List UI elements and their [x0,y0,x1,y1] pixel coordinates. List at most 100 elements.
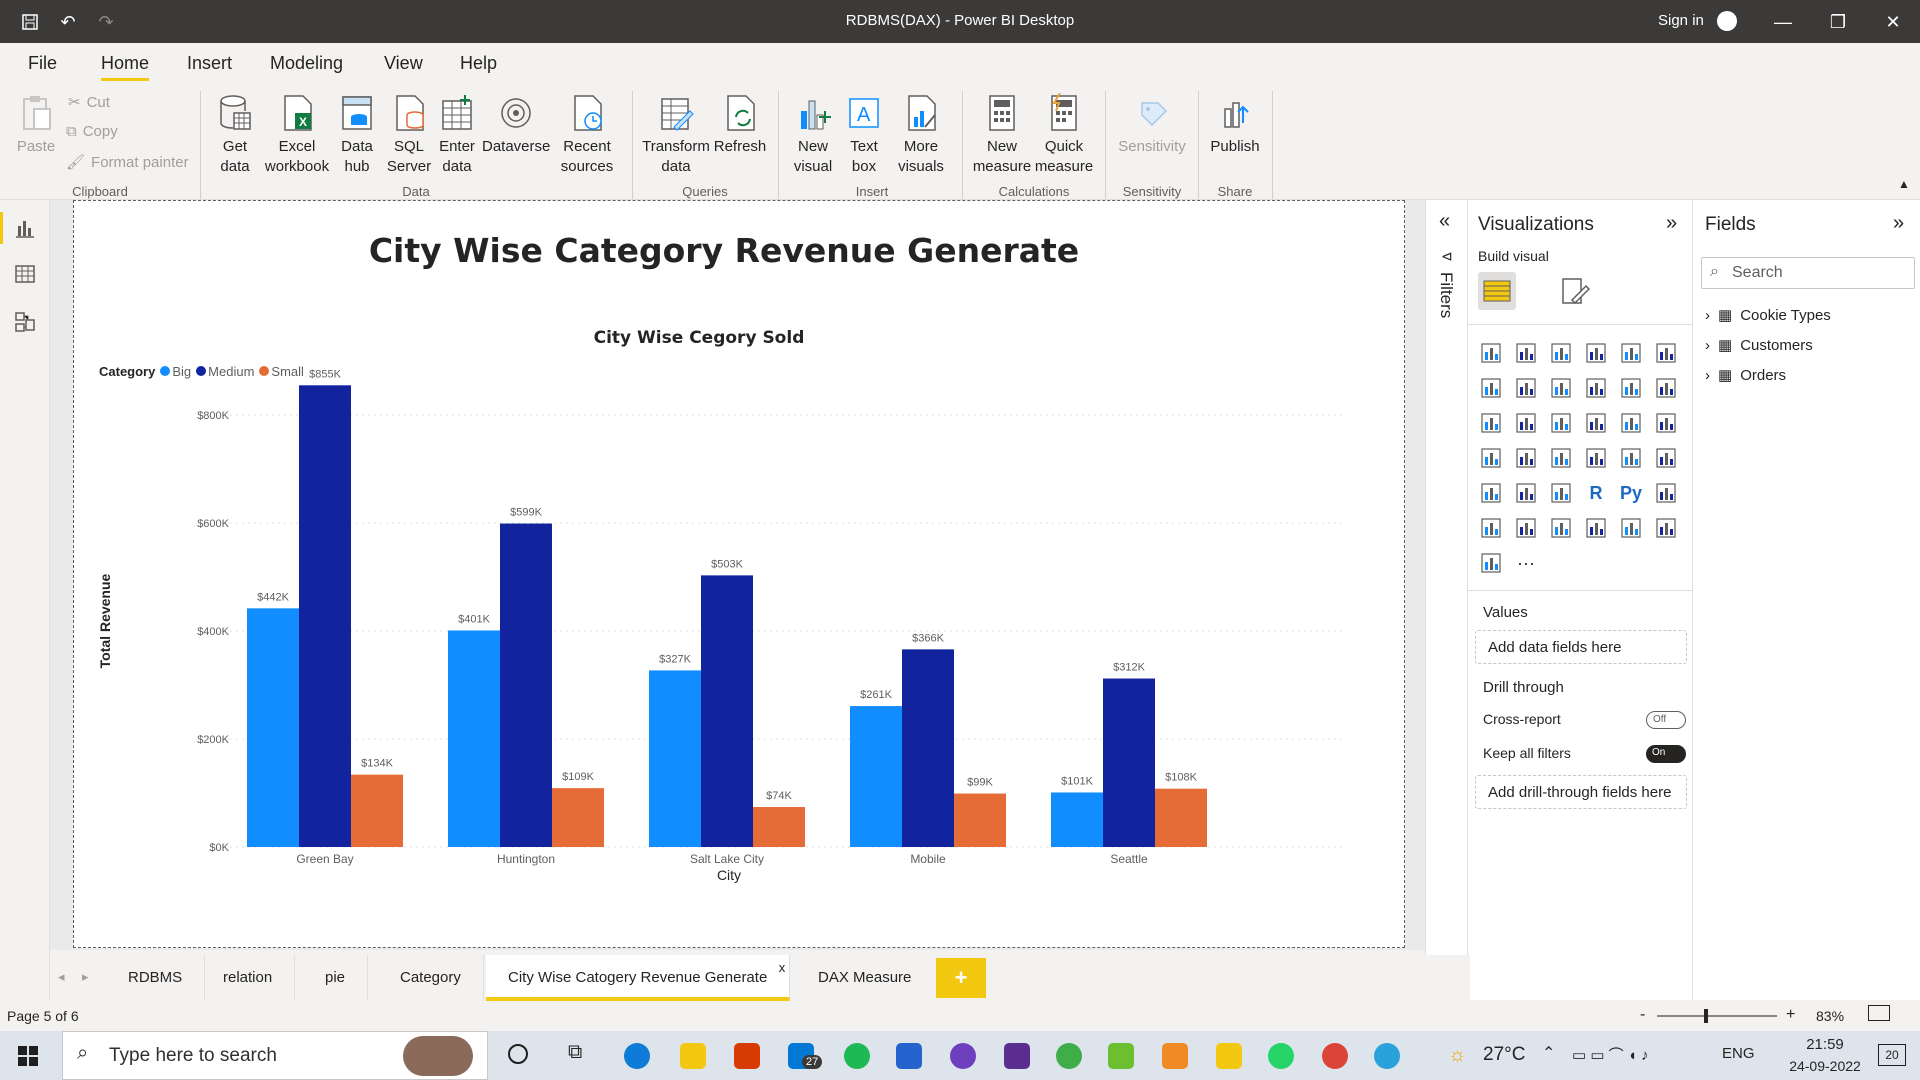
map-icon[interactable] [1478,445,1504,471]
filters-pane[interactable]: « ⊲ Filters [1425,200,1468,1000]
tab-dax-measure[interactable]: DAX Measure [796,955,933,1001]
chevron-up-icon[interactable]: ⌃ [1542,1043,1555,1063]
funnel-icon[interactable] [1513,410,1539,436]
line-icon[interactable] [1478,375,1504,401]
taskbar-search-input[interactable]: Type here to search [109,1045,277,1067]
tab-relation[interactable]: relation [201,955,296,1001]
clock-date[interactable]: 24-09-2022 [1770,1058,1880,1074]
windows-start-icon[interactable] [18,1046,38,1066]
restore-icon[interactable]: ❐ [1823,8,1853,36]
menu-view[interactable]: View [384,53,423,74]
weather-icon[interactable]: ☼ [1448,1044,1466,1067]
language-indicator[interactable]: ENG [1722,1045,1755,1062]
more-visuals-button[interactable]: More visuals [888,93,954,177]
bar-small[interactable] [351,774,403,847]
zoom-in-icon[interactable]: + [1786,1006,1795,1024]
gauge-icon[interactable] [1548,445,1574,471]
dataverse-button[interactable]: Dataverse [482,93,550,157]
stacked-column-icon[interactable] [1513,340,1539,366]
bar-big[interactable] [1051,792,1103,847]
fit-page-icon[interactable] [1868,1005,1890,1021]
clustered-bar-icon[interactable] [1548,340,1574,366]
sql-server-button[interactable]: SQL Server [384,93,434,177]
bar-chart[interactable]: $0K $200K $400K $600K $800K $442K $855K $134K Gr… [74,201,1404,947]
taskbar-search[interactable]: ⌕ Type here to search [62,1031,488,1080]
app-icon[interactable] [1108,1043,1134,1069]
tab-pie[interactable]: pie [303,955,369,1001]
menu-file[interactable]: File [28,53,57,74]
build-visual-tab[interactable] [1478,272,1516,310]
clock-time[interactable]: 21:59 [1790,1036,1860,1053]
line-column-icon[interactable] [1583,375,1609,401]
cross-report-toggle[interactable]: Off [1646,711,1686,729]
values-well[interactable]: Add data fields here [1475,630,1687,664]
report-view-icon[interactable] [13,216,37,240]
model-view-icon[interactable] [13,310,37,334]
app-icon[interactable] [1004,1043,1030,1069]
table-view-icon[interactable] [13,262,37,286]
table-icon[interactable] [1513,480,1539,506]
file-explorer-icon[interactable] [680,1043,706,1069]
power-apps-icon[interactable] [1618,515,1644,541]
100pct-bar-icon[interactable] [1618,340,1644,366]
expand-viz-icon[interactable]: » [1666,212,1677,235]
treemap-icon[interactable] [1653,410,1679,436]
get-more-icon[interactable] [1478,550,1504,576]
card-icon[interactable] [1583,445,1609,471]
pie-icon[interactable] [1583,410,1609,436]
refresh-button[interactable]: Refresh [712,93,768,157]
slicer-icon[interactable] [1478,480,1504,506]
excel-workbook-button[interactable]: X Excel workbook [262,93,332,177]
system-tray-icons[interactable]: ▭ ▭ ⌒ ◖ ♪ [1572,1044,1649,1065]
minimize-icon[interactable]: — [1768,8,1798,36]
stacked-area-icon[interactable] [1548,375,1574,401]
menu-home[interactable]: Home [101,53,150,81]
enter-data-button[interactable]: Enter data [434,93,480,177]
whatsapp-icon[interactable] [1268,1043,1294,1069]
more-icon[interactable]: ··· [1513,550,1539,576]
avatar[interactable] [1717,11,1737,31]
power-automate-icon[interactable] [1653,515,1679,541]
tab-category[interactable]: Category [378,955,484,1001]
tab-city-wise[interactable]: City Wise Catogery Revenue Generate x [486,955,791,1001]
cut-button[interactable]: ✂ Cut [68,93,110,112]
todo-icon[interactable] [896,1043,922,1069]
100pct-column-icon[interactable] [1653,340,1679,366]
bar-medium[interactable] [902,649,954,847]
scroll-right-icon[interactable]: ▸ [82,969,89,985]
new-visual-button[interactable]: New visual [790,93,836,177]
bar-big[interactable] [649,670,701,847]
bar-small[interactable] [954,793,1006,847]
field-table-cookie-types[interactable]: › ▦ Cookie Types [1705,306,1831,325]
format-painter-button[interactable]: 🖌 Format painter [66,153,189,172]
waterfall-icon[interactable] [1478,410,1504,436]
sensitivity-button[interactable]: Sensitivity [1114,93,1190,157]
collapse-ribbon-icon[interactable]: ▲ [1898,177,1910,191]
bar-small[interactable] [753,807,805,847]
line-clustered-column-icon[interactable] [1618,375,1644,401]
area-icon[interactable] [1513,375,1539,401]
drill-through-well[interactable]: Add drill-through fields here [1475,775,1687,809]
matrix-icon[interactable] [1548,480,1574,506]
mail-icon[interactable]: 27 [788,1043,823,1069]
menu-help[interactable]: Help [460,53,497,74]
python-visual-icon[interactable]: Py [1618,480,1644,506]
add-page-button[interactable]: + [936,958,986,998]
ribbon-icon[interactable] [1653,375,1679,401]
tab-rdbms[interactable]: RDBMS [106,955,206,1001]
sublime-icon[interactable] [1162,1043,1188,1069]
field-table-customers[interactable]: › ▦ Customers [1705,336,1813,355]
spotify-icon[interactable] [844,1043,870,1069]
github-icon[interactable] [950,1043,976,1069]
close-tab-icon[interactable]: x [779,945,786,991]
recent-sources-button[interactable]: Recent sources [552,93,622,177]
bar-medium[interactable] [1103,678,1155,847]
bar-small[interactable] [1155,788,1207,847]
temperature[interactable]: 27°C [1483,1044,1525,1066]
fields-search[interactable]: ⌕ Search [1701,257,1915,289]
copy-button[interactable]: ⧉ Copy [66,123,118,140]
paginated-icon[interactable] [1583,515,1609,541]
data-hub-button[interactable]: Data hub [332,93,382,177]
edge-icon[interactable] [624,1043,650,1069]
powerbi-icon[interactable] [1216,1043,1242,1069]
